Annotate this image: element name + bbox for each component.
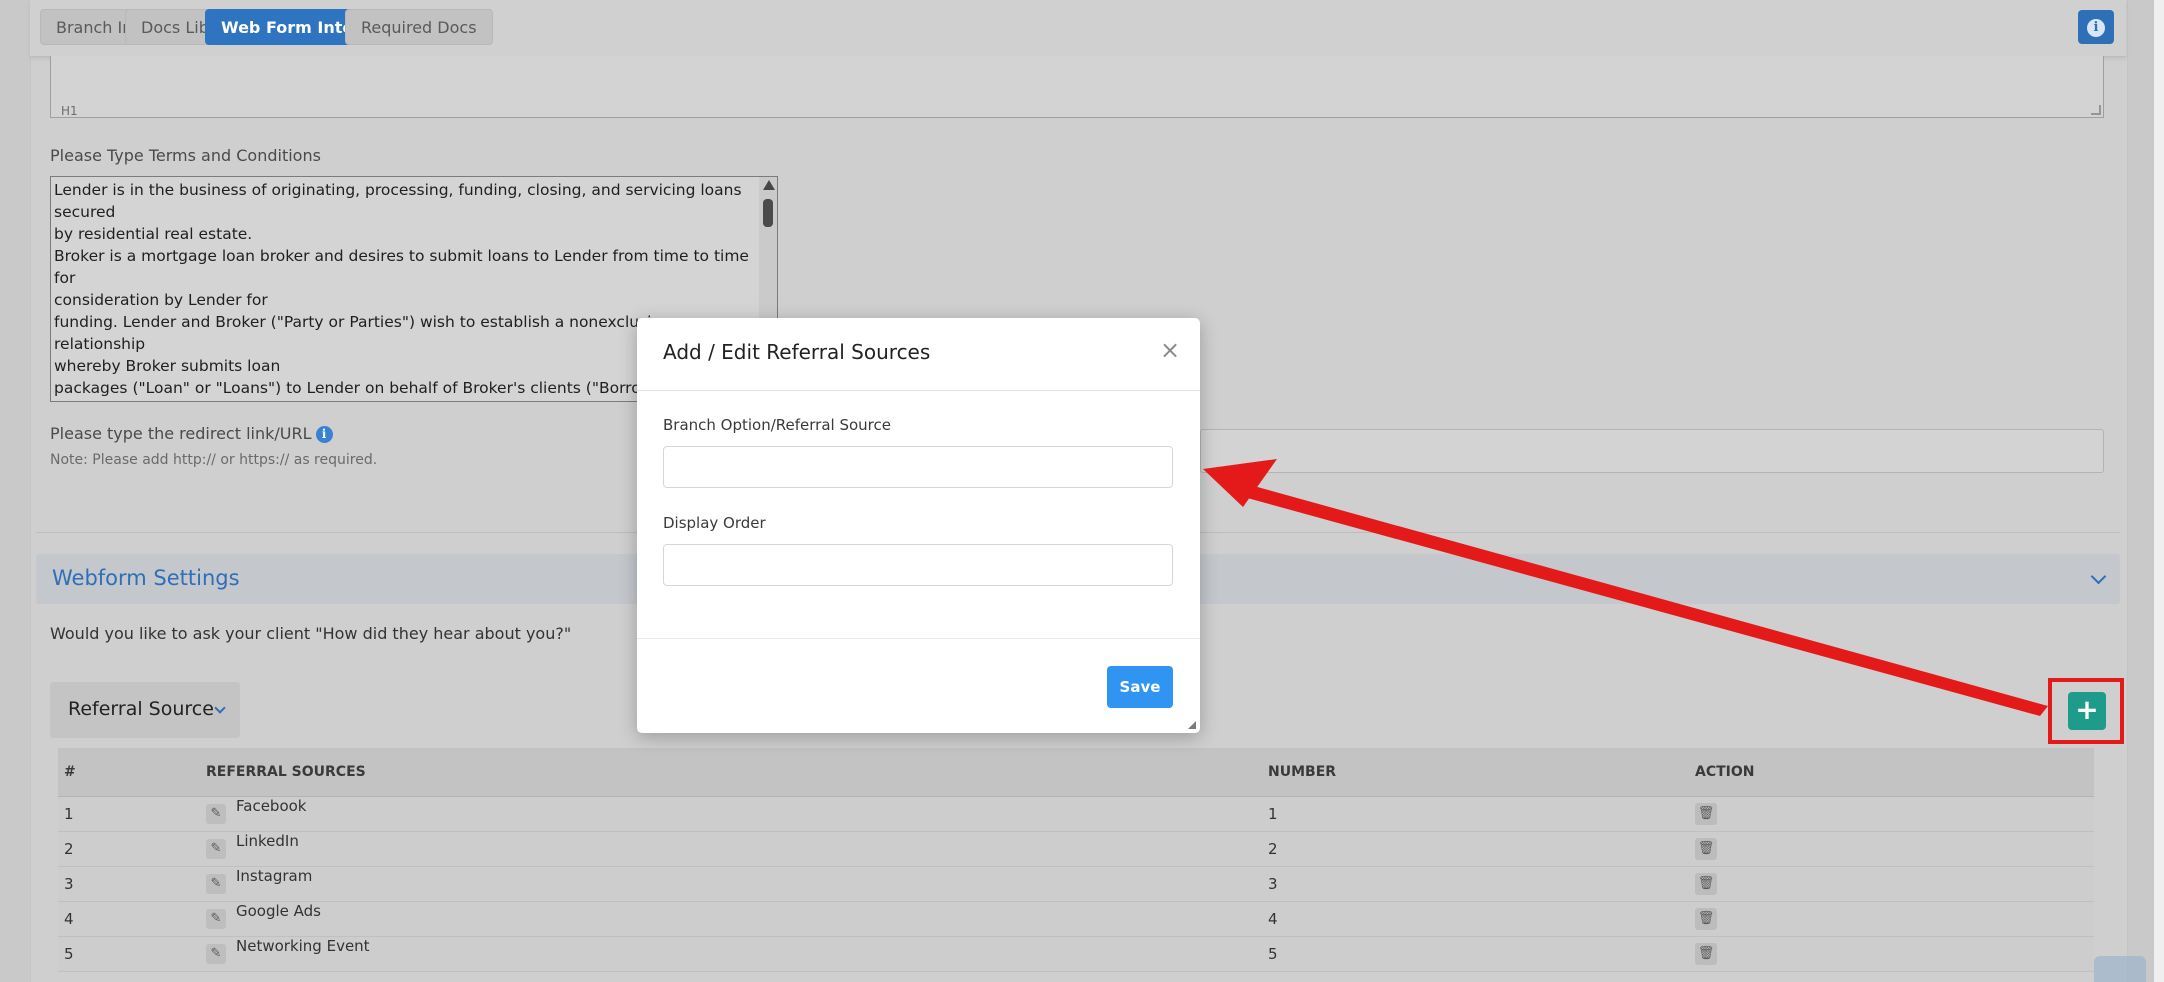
- page: Branch Info Docs Library Web Form Integr…: [0, 0, 2164, 982]
- arrow-shaft: [1240, 483, 2048, 716]
- annotation-arrow: [1203, 459, 2048, 716]
